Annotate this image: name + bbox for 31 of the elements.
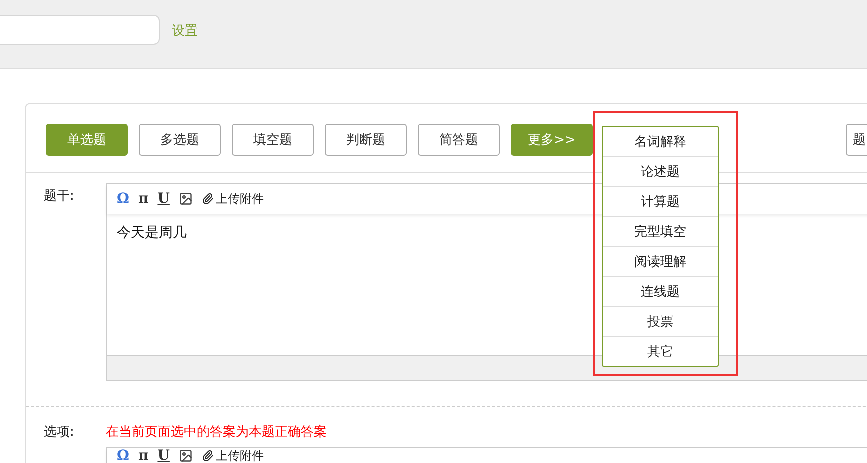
upload-attachment-button[interactable]: 上传附件 (202, 192, 264, 206)
stem-label: 题干: (44, 188, 76, 206)
menu-item[interactable]: 阅读理解 (603, 246, 718, 276)
menu-item[interactable]: 投票 (603, 306, 718, 336)
options-label: 选项: (44, 424, 76, 441)
question-bank-button[interactable]: 题 (846, 124, 867, 156)
options-editor[interactable]: Ω π U 上传附件 (106, 447, 867, 463)
menu-item[interactable]: 连线题 (603, 276, 718, 306)
underline-button[interactable]: U (158, 192, 170, 206)
paperclip-icon (202, 193, 214, 205)
pi-button[interactable]: π (138, 192, 149, 206)
menu-item[interactable]: 完型填空 (603, 216, 718, 246)
omega-button[interactable]: Ω (117, 449, 130, 463)
answer-hint: 在当前页面选中的答案为本题正确答案 (106, 424, 327, 441)
pi-button[interactable]: π (138, 449, 149, 463)
omega-button[interactable]: Ω (117, 192, 130, 206)
menu-item[interactable]: 其它 (603, 336, 718, 366)
stem-text: 今天是周几 (117, 225, 187, 241)
menu-item[interactable]: 计算题 (603, 186, 718, 216)
menu-item[interactable]: 论述题 (603, 156, 718, 186)
menu-item[interactable]: 名词解释 (603, 127, 718, 156)
paperclip-icon (202, 450, 214, 462)
question-type-button[interactable]: 填空题 (232, 124, 314, 156)
image-icon[interactable] (178, 449, 193, 463)
question-type-button[interactable]: 简答题 (418, 124, 500, 156)
question-type-button[interactable]: 多选题 (139, 124, 221, 156)
underline-button[interactable]: U (158, 449, 170, 463)
image-icon[interactable] (178, 192, 193, 206)
upload-attachment-button[interactable]: 上传附件 (202, 449, 264, 463)
question-type-button[interactable]: 判断题 (325, 124, 407, 156)
search-field[interactable] (0, 15, 160, 45)
